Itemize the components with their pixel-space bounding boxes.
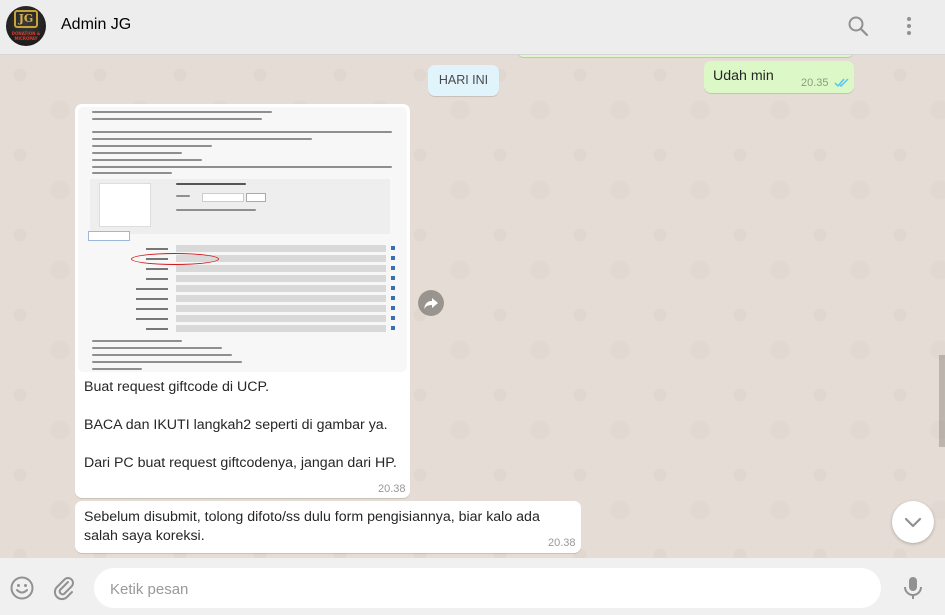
microphone-icon[interactable] xyxy=(900,575,926,601)
chat-title[interactable]: Admin JG xyxy=(61,16,131,34)
incoming-message[interactable]: Buat request giftcode di UCP. BACA dan I… xyxy=(75,104,410,498)
menu-icon[interactable] xyxy=(897,14,921,38)
scrollbar[interactable] xyxy=(939,355,945,447)
message-line: salah saya koreksi. xyxy=(84,528,205,544)
message-time: 20.38 xyxy=(378,483,406,495)
avatar-logo-subtext: DONATION & MICROPAY xyxy=(11,31,41,41)
message-text: Udah min xyxy=(713,68,774,84)
message-line: Dari PC buat request giftcodenya, jangan… xyxy=(84,455,397,471)
message-line: BACA dan IKUTI langkah2 seperti di gamba… xyxy=(84,417,388,433)
day-divider: HARI INI xyxy=(428,65,499,96)
emoji-icon[interactable] xyxy=(9,575,35,601)
previous-message-bubble xyxy=(518,55,853,57)
avatar-logo: JG xyxy=(14,10,38,28)
message-time: 20.38 xyxy=(548,537,576,549)
highlight-circle xyxy=(131,253,219,265)
chat-header: JG DONATION & MICROPAY Admin JG xyxy=(0,0,945,55)
message-image[interactable] xyxy=(78,107,407,372)
message-line: Sebelum disubmit, tolong difoto/ss dulu … xyxy=(84,509,540,525)
chevron-down-icon xyxy=(904,517,922,528)
message-time: 20.35 xyxy=(801,77,829,89)
chat-panel[interactable]: HARI INI Udah min 20.35 Buat request gif… xyxy=(0,55,945,558)
attach-icon[interactable] xyxy=(51,575,77,601)
forward-icon[interactable] xyxy=(418,290,444,316)
read-ticks-icon xyxy=(834,78,849,88)
message-input[interactable] xyxy=(108,568,872,610)
message-composer-bar xyxy=(0,558,945,615)
outgoing-message[interactable]: Udah min 20.35 xyxy=(704,61,854,93)
scroll-down-button[interactable] xyxy=(892,501,934,543)
message-input-wrapper xyxy=(94,568,881,610)
search-icon[interactable] xyxy=(846,14,870,38)
avatar[interactable]: JG DONATION & MICROPAY xyxy=(6,6,46,46)
incoming-message[interactable]: Sebelum disubmit, tolong difoto/ss dulu … xyxy=(75,501,581,553)
message-line: Buat request giftcode di UCP. xyxy=(84,379,270,395)
